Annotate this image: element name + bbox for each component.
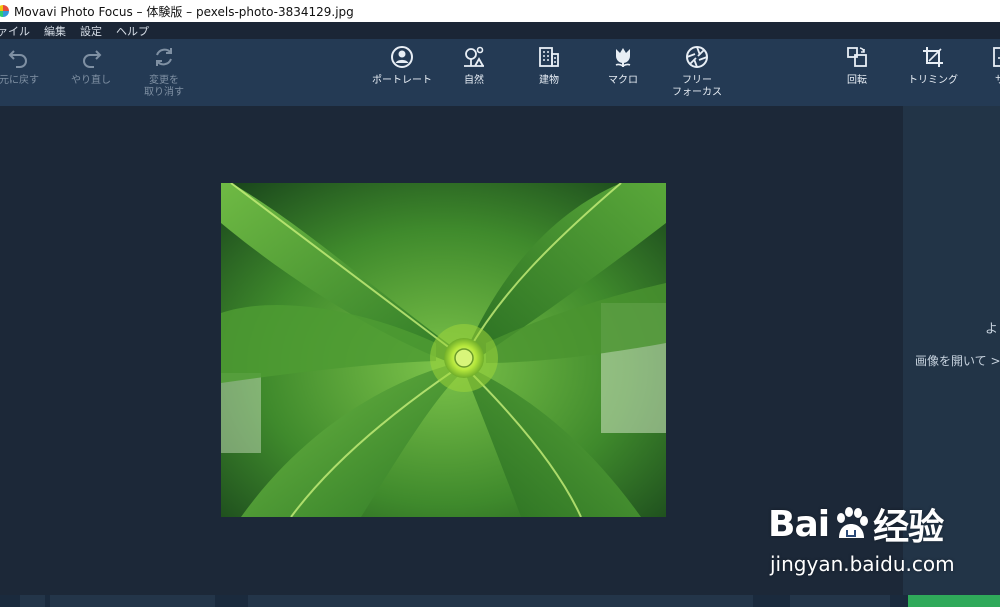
refresh-icon bbox=[156, 48, 172, 66]
side-text-1: よ bbox=[985, 322, 999, 337]
rotate-button[interactable]: 回転 bbox=[817, 45, 897, 87]
baidu-watermark: Bai 经验 jingyan.baidu.com bbox=[768, 498, 955, 577]
trim-label: トリミング bbox=[908, 75, 958, 86]
redo-icon bbox=[83, 50, 102, 68]
watermark-url: jingyan.baidu.com bbox=[770, 552, 955, 576]
aperture-icon bbox=[686, 46, 708, 68]
nature-label: 自然 bbox=[464, 75, 484, 86]
title-bar: Movavi Photo Focus – 体験版 – pexels-photo-… bbox=[0, 0, 1000, 22]
undo-icon bbox=[8, 50, 27, 68]
baidu-logo: Bai 经验 bbox=[768, 498, 955, 550]
tulip-icon bbox=[615, 48, 631, 67]
menu-settings[interactable]: 設定 bbox=[80, 23, 102, 39]
undo-label: 元に戻す bbox=[0, 75, 39, 86]
menu-file[interactable]: ァイル bbox=[0, 23, 30, 39]
movavi-app-icon bbox=[0, 5, 9, 17]
mode-nature-button[interactable]: 自然 bbox=[434, 45, 514, 87]
bottom-control-2[interactable] bbox=[50, 595, 215, 607]
reset-changes-button[interactable]: 変更を 取り消す bbox=[124, 45, 204, 99]
window-title: Movavi Photo Focus – 体験版 – pexels-photo-… bbox=[14, 4, 354, 19]
resize-icon bbox=[993, 47, 1000, 67]
rotate-label: 回転 bbox=[847, 75, 867, 86]
building-icon bbox=[539, 47, 559, 67]
mode-macro-button[interactable]: マクロ bbox=[583, 45, 663, 87]
bottom-bar bbox=[0, 595, 1000, 607]
save-button[interactable] bbox=[908, 595, 1000, 607]
crop-icon bbox=[923, 47, 943, 67]
macro-label: マクロ bbox=[608, 75, 638, 86]
open-image-hint: 画像を開いて > bbox=[915, 354, 1000, 368]
menu-help[interactable]: ヘルプ bbox=[116, 23, 149, 39]
free-focus-label-line1: フリー bbox=[682, 75, 712, 86]
rotate-icon bbox=[847, 47, 867, 67]
redo-button[interactable]: やり直し bbox=[51, 45, 131, 87]
zoom-slider[interactable] bbox=[248, 595, 753, 607]
mode-free-focus-button[interactable]: フリー フォーカス bbox=[657, 45, 737, 99]
toolbar: 元に戻す やり直し 変更を 取り消す ポートレート 自然 建物 マクロ フリー … bbox=[0, 39, 1000, 107]
bottom-control-1[interactable] bbox=[20, 595, 45, 607]
leaf-photo bbox=[221, 183, 666, 517]
nature-icon bbox=[464, 46, 484, 67]
portrait-label: ポートレート bbox=[372, 75, 432, 86]
baidu-logo-left: Bai bbox=[768, 503, 830, 545]
redo-label: やり直し bbox=[71, 75, 111, 86]
portrait-icon bbox=[391, 46, 413, 68]
paw-icon bbox=[837, 507, 869, 538]
leaf-photo-art bbox=[221, 183, 666, 517]
truncated-tool-button[interactable]: サ bbox=[960, 45, 1000, 87]
mode-portrait-button[interactable]: ポートレート bbox=[362, 45, 442, 87]
menu-edit[interactable]: 編集 bbox=[44, 23, 66, 39]
baidu-logo-right: 经验 bbox=[873, 507, 944, 548]
truncated-tool-label: サ bbox=[995, 75, 1000, 86]
reset-label-line2: 取り消す bbox=[144, 87, 184, 98]
menu-bar: ァイル 編集 設定 ヘルプ bbox=[0, 22, 1000, 39]
reset-label-line1: 変更を bbox=[149, 75, 179, 86]
bottom-control-3[interactable] bbox=[790, 595, 890, 607]
architecture-label: 建物 bbox=[539, 75, 559, 86]
free-focus-label-line2: フォーカス bbox=[672, 87, 722, 98]
mode-architecture-button[interactable]: 建物 bbox=[509, 45, 589, 87]
